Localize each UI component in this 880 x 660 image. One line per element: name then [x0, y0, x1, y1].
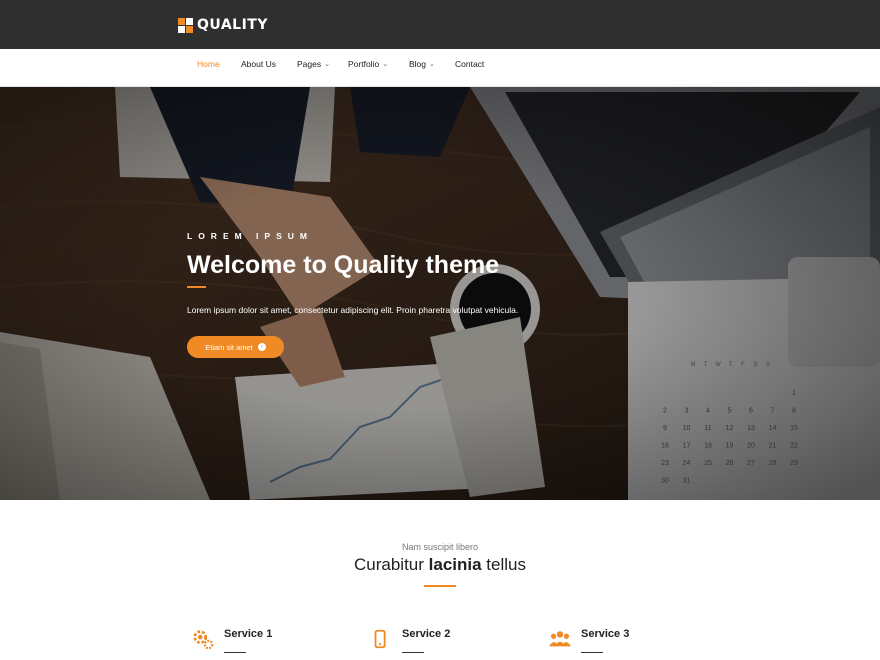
service-underline	[581, 652, 603, 653]
calendar-weekday: T	[704, 362, 708, 368]
calendar-day: 23	[661, 460, 669, 467]
section-title-suffix: tellus	[481, 555, 526, 574]
section-title: Curabitur lacinia tellus	[0, 555, 880, 575]
chevron-down-icon: ⌄	[429, 61, 435, 68]
calendar-day: 26	[726, 460, 734, 467]
nav-item-about-us[interactable]: About Us	[241, 59, 276, 69]
nav-item-pages[interactable]: Pages ⌄	[297, 59, 330, 69]
service-name: Service 2	[402, 628, 451, 640]
calendar-day: 15	[790, 425, 798, 432]
calendar-weekday: S	[766, 362, 770, 368]
calendar-day: 30	[661, 478, 669, 485]
service-item-2[interactable]: Service 2	[370, 628, 450, 653]
service-underline	[402, 652, 424, 653]
chevron-down-icon: ⌄	[382, 61, 389, 68]
nav-label: Contact	[455, 59, 485, 69]
calendar-day: 1	[792, 390, 796, 397]
calendar-day: 3	[685, 408, 689, 415]
calendar-day: 9	[663, 425, 667, 432]
nav-label: Home	[197, 59, 220, 69]
calendar-day: 5	[728, 408, 732, 415]
users-icon	[549, 631, 571, 647]
calendar-day: 2	[663, 408, 667, 415]
calendar-day: 13	[747, 425, 755, 432]
logo-text: QUALITY	[197, 17, 268, 33]
calendar-weekday: F	[741, 362, 745, 368]
main-navigation: Home About Us Pages ⌄ Portfolio ⌄ Blog ⌄ Co…	[0, 49, 880, 87]
gears-icon	[193, 630, 214, 650]
calendar-day: 21	[769, 443, 777, 450]
hero-eyebrow: LOREM IPSUM	[187, 231, 313, 241]
service-name: Service 1	[224, 628, 273, 640]
calendar-day: 8	[792, 408, 796, 415]
section-title-bold: lacinia	[428, 555, 482, 574]
calendar-day: 29	[790, 460, 798, 467]
section-subtitle: Nam suscipit libero	[401, 542, 479, 552]
nav-label: About Us	[241, 59, 276, 69]
calendar-day: 16	[661, 443, 669, 450]
calendar-weekday: T	[729, 362, 733, 368]
calendar-day: 28	[769, 460, 777, 467]
hero-description: Lorem ipsum dolor sit amet, consectetur …	[187, 305, 519, 315]
nav-item-contact[interactable]: Contact	[455, 59, 484, 69]
calendar-day: 14	[769, 425, 777, 432]
calendar-day: 27	[747, 460, 755, 467]
site-logo[interactable]: QUALITY	[178, 17, 268, 33]
calendar-weekday: W	[715, 362, 721, 368]
calendar-day: 22	[790, 443, 798, 450]
calendar-day: 18	[704, 443, 712, 450]
calendar-day: 10	[683, 425, 691, 432]
hero-cta-button[interactable]: Etiam sit amet ›	[187, 336, 284, 358]
service-underline	[224, 652, 246, 653]
calendar-day: 19	[726, 443, 734, 450]
calendar-weekday: S	[753, 362, 757, 368]
nav-label: Blog	[409, 59, 427, 69]
hero-title: Welcome to Quality theme	[187, 251, 500, 279]
calendar-day: 25	[704, 460, 712, 467]
service-item-1[interactable]: Service 1	[192, 628, 272, 653]
nav-item-home[interactable]: Home	[197, 59, 220, 69]
calendar-day: 6	[749, 408, 753, 415]
chevron-down-icon: ⌄	[324, 61, 330, 68]
hero-calendar-graphic: M T W T F S S12 3 4 5 6 7 89 10 11 12 13 14 1516 17 18 19 20 21…	[661, 362, 798, 485]
calendar-day: 7	[771, 408, 775, 415]
calendar-day: 11	[704, 425, 711, 432]
mobile-icon	[374, 629, 386, 649]
section-divider	[424, 585, 456, 587]
hero-banner: M T W T F S S 1 2 3 4 5 6 7 8 9 10 11 12 13 14 15 16 17 18 19 20 21…	[0, 87, 880, 500]
service-name: Service 3	[581, 628, 630, 640]
calendar-day: 17	[683, 443, 691, 450]
hero-divider	[187, 286, 206, 288]
hero-cta-label: Etiam sit amet	[205, 342, 253, 352]
calendar-day: 12	[726, 425, 734, 432]
calendar-day: 24	[683, 460, 691, 467]
nav-item-blog[interactable]: Blog ⌄	[409, 59, 435, 69]
calendar-day: 31	[683, 478, 691, 485]
calendar-weekday: M	[691, 362, 696, 368]
nav-label: Pages	[297, 59, 322, 69]
calendar-day: 4	[706, 408, 710, 415]
nav-label: Portfolio	[348, 59, 380, 69]
nav-item-portfolio[interactable]: Portfolio ⌄	[348, 59, 388, 69]
service-item-3[interactable]: Service 3	[549, 628, 629, 653]
logo-mark-icon	[178, 17, 193, 33]
section-title-prefix: Curabitur	[354, 555, 429, 574]
arrow-right-circle-icon: ›	[257, 343, 266, 351]
top-header: QUALITY	[0, 0, 880, 49]
calendar-day: 20	[747, 443, 755, 450]
